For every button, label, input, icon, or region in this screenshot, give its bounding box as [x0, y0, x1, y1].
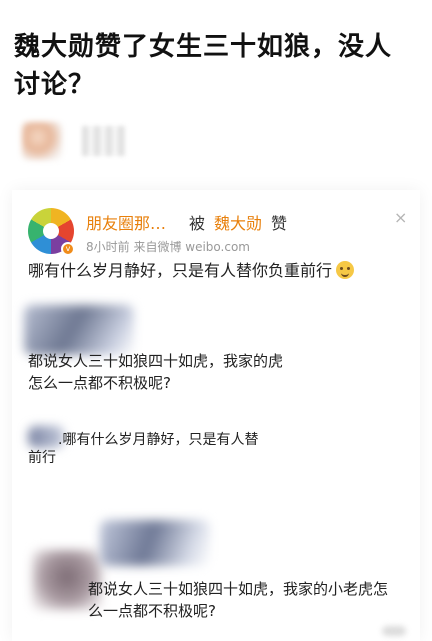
liked-account-name[interactable]: 朋友圈那… [86, 210, 166, 234]
blurred-avatar [22, 122, 62, 160]
comment-quote-2-line1: .哪有什么岁月静好，只是有人替 [58, 432, 259, 448]
blurred-watermark [382, 626, 406, 636]
comment-quote-2-line2: 前行 [28, 450, 56, 466]
by-word: 被 [189, 214, 206, 233]
verified-badge-icon: v [61, 242, 75, 256]
comment-quote-3: 都说女人三十如狼四十如虎，我家的小老虎怎么一点都不积极呢? [88, 580, 389, 620]
blurred-author-row [12, 118, 152, 164]
blurred-username-3 [100, 520, 210, 566]
blurred-avatar-1 [24, 305, 134, 355]
comment-quote-1: 都说女人三十如狼四十如虎，我家的虎怎么一点都不积极呢? [28, 352, 284, 392]
weibo-like-card: v 朋友圈那… 被 魏大勋 赞 8小时前 来自微博 weibo.com × 哪有… [12, 190, 420, 641]
post-meta: 8小时前 来自微博 weibo.com [86, 240, 250, 254]
post-text: 哪有什么岁月静好，只是有人替你负重前行 [28, 258, 355, 284]
post-text-content: 哪有什么岁月静好，只是有人替你负重前行 [28, 261, 333, 280]
headline: 魏大勋赞了女生三十如狼，没人讨论？ [14, 32, 393, 100]
liked-word: 赞 [271, 214, 288, 233]
card-header: v 朋友圈那… 被 魏大勋 赞 8小时前 来自微博 weibo.com × [26, 204, 407, 256]
blurred-username [82, 126, 126, 156]
liker-name-link[interactable]: 魏大勋 [214, 210, 262, 234]
close-icon[interactable]: × [394, 208, 407, 227]
smile-emoji-icon [336, 261, 355, 279]
